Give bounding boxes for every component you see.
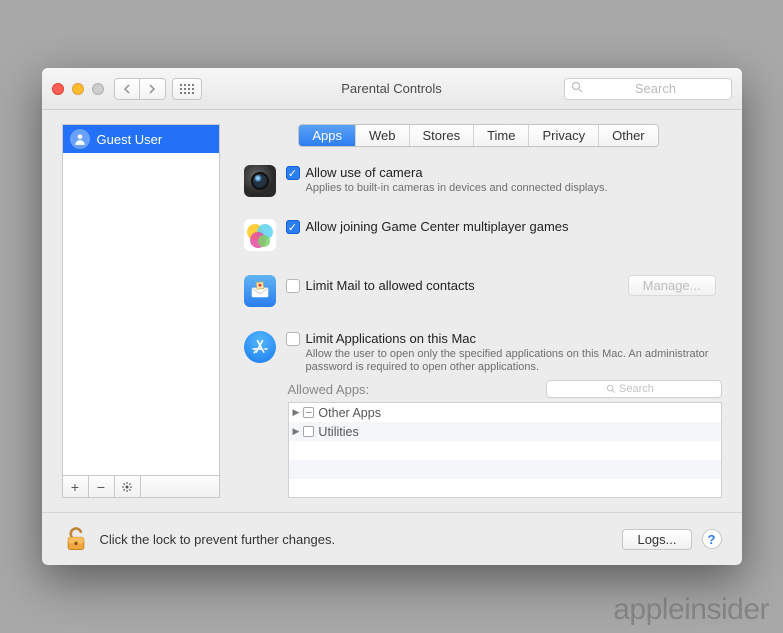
minimize-icon[interactable]: [72, 83, 84, 95]
gamecenter-label: Allow joining Game Center multiplayer ga…: [306, 219, 569, 234]
allowed-apps-tree: ▶ Other Apps ▶ Utilities: [288, 402, 722, 498]
user-list[interactable]: Guest User: [62, 124, 220, 476]
show-all-button[interactable]: [172, 78, 202, 100]
footer: Click the lock to prevent further change…: [42, 512, 742, 565]
zoom-icon: [92, 83, 104, 95]
camera-icon: [244, 165, 276, 197]
tree-checkbox: [303, 407, 314, 418]
close-icon[interactable]: [52, 83, 64, 95]
back-button[interactable]: [114, 78, 140, 100]
list-footer: + −: [62, 476, 220, 498]
tab-other[interactable]: Other: [599, 125, 658, 146]
tab-time[interactable]: Time: [474, 125, 529, 146]
disclosure-icon: ▶: [293, 407, 300, 418]
allowed-apps-search: [546, 380, 722, 398]
search-input[interactable]: [587, 81, 725, 96]
tab-stores[interactable]: Stores: [410, 125, 475, 146]
body: Guest User + − Apps Web Stores: [42, 110, 742, 512]
tabs: Apps Web Stores Time Privacy Other: [298, 124, 658, 147]
user-name-label: Guest User: [97, 132, 163, 147]
user-actions-button[interactable]: [115, 476, 141, 497]
main: Apps Web Stores Time Privacy Other ✓ All…: [236, 124, 722, 498]
gear-icon: [121, 481, 133, 493]
allowed-apps-search-input: [619, 383, 661, 395]
allowed-apps-box: Allowed Apps: ▶ Other Apps ▶: [288, 380, 722, 498]
sidebar: Guest User + −: [62, 124, 220, 498]
tab-apps[interactable]: Apps: [299, 125, 356, 146]
section-mail: Limit Mail to allowed contacts Manage...: [236, 261, 722, 317]
forward-button[interactable]: [140, 78, 166, 100]
search-icon: [571, 81, 583, 96]
window: Parental Controls Guest User + −: [42, 68, 742, 565]
add-user-button[interactable]: +: [63, 476, 89, 497]
apps-label: Limit Applications on this Mac: [306, 331, 477, 346]
help-button[interactable]: ?: [702, 529, 722, 549]
lock-icon[interactable]: [62, 525, 90, 553]
tree-label: Utilities: [318, 425, 358, 439]
sidebar-item-guest-user[interactable]: Guest User: [63, 125, 219, 153]
logs-button[interactable]: Logs...: [622, 529, 691, 550]
avatar: [70, 129, 90, 149]
grid-icon: [180, 84, 194, 94]
gamecenter-icon: [244, 219, 276, 251]
camera-label: Allow use of camera: [306, 165, 423, 180]
disclosure-icon: ▶: [293, 426, 300, 437]
mail-label: Limit Mail to allowed contacts: [306, 278, 475, 293]
appstore-icon: [244, 331, 276, 363]
watermark: appleinsider: [613, 593, 769, 627]
camera-checkbox[interactable]: ✓: [286, 166, 300, 180]
manage-button: Manage...: [628, 275, 716, 296]
mail-icon: [244, 275, 276, 307]
tree-checkbox: [303, 426, 314, 437]
section-apps: Limit Applications on this Mac Allow the…: [236, 317, 722, 374]
section-gamecenter: ✓ Allow joining Game Center multiplayer …: [236, 207, 722, 261]
remove-user-button[interactable]: −: [89, 476, 115, 497]
search-icon: [606, 384, 616, 394]
camera-desc: Applies to built-in cameras in devices a…: [306, 182, 716, 195]
titlebar: Parental Controls: [42, 68, 742, 110]
gamecenter-checkbox[interactable]: ✓: [286, 220, 300, 234]
allowed-apps-label: Allowed Apps:: [288, 382, 370, 397]
titlebar-search[interactable]: [564, 78, 732, 100]
tree-row-other-apps: ▶ Other Apps: [289, 403, 721, 422]
lock-text: Click the lock to prevent further change…: [100, 532, 336, 547]
traffic-lights: [52, 83, 104, 95]
tree-label: Other Apps: [318, 406, 381, 420]
nav-buttons: [114, 78, 166, 100]
tab-web[interactable]: Web: [356, 125, 410, 146]
tree-row-utilities: ▶ Utilities: [289, 422, 721, 441]
mail-checkbox[interactable]: [286, 279, 300, 293]
section-camera: ✓ Allow use of camera Applies to built-i…: [236, 161, 722, 207]
apps-checkbox[interactable]: [286, 332, 300, 346]
tab-privacy[interactable]: Privacy: [529, 125, 599, 146]
apps-desc: Allow the user to open only the specifie…: [306, 348, 716, 374]
